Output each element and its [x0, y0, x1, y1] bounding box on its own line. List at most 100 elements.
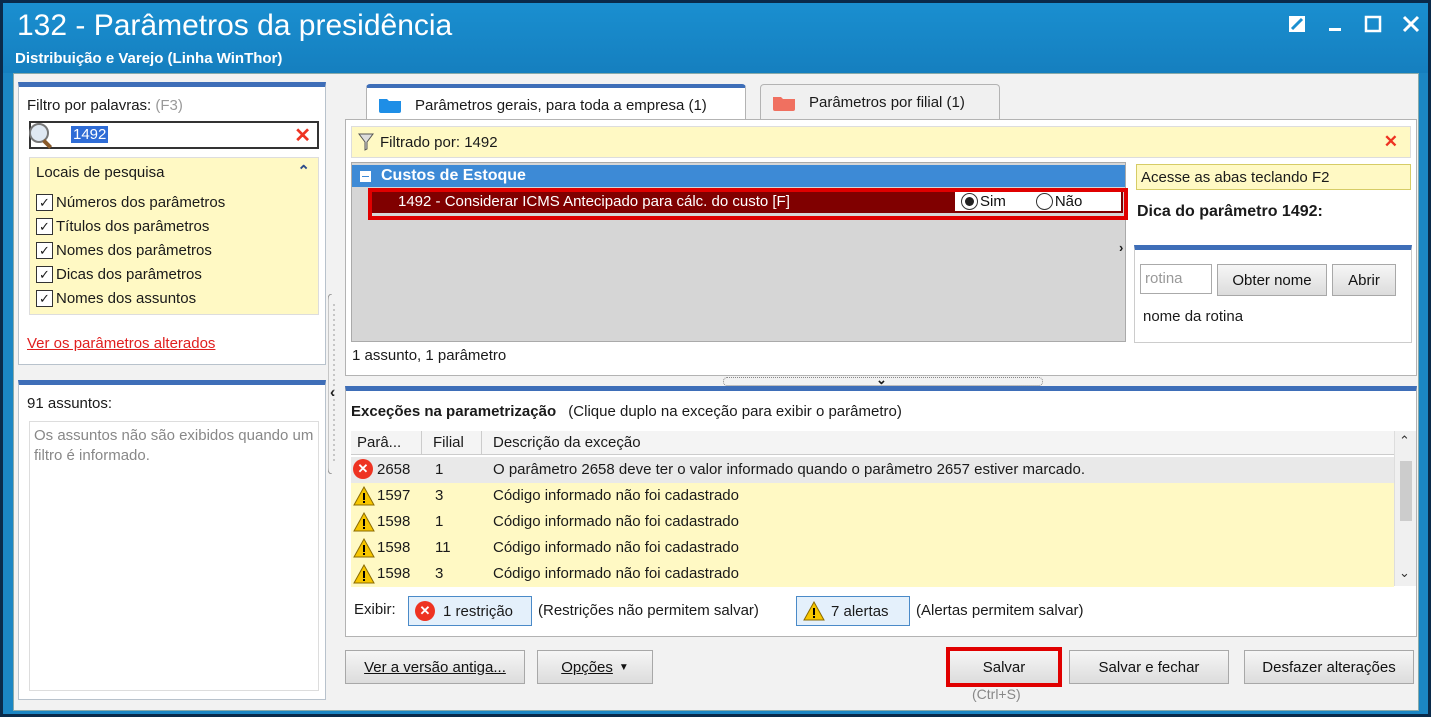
warning-icon: [353, 538, 375, 558]
cell-param: 1598: [377, 565, 411, 582]
column-separator: [421, 431, 422, 455]
save-shortcut: (Ctrl+S): [972, 686, 1021, 702]
warning-icon: [353, 486, 375, 506]
table-row[interactable]: 1598 11 Código informado não foi cadastr…: [351, 535, 1394, 561]
check-label: Nomes dos assuntos: [56, 290, 197, 307]
collapse-left-icon[interactable]: ‹: [330, 384, 335, 401]
filter-shortcut-hint: (F3): [155, 97, 183, 114]
options-button[interactable]: Opções ▼: [537, 650, 653, 684]
tab-parametros-filial[interactable]: Parâmetros por filial (1): [760, 84, 1000, 120]
warning-icon: [803, 601, 825, 621]
cell-filial: 3: [435, 487, 444, 504]
window-controls: [1282, 9, 1426, 39]
scroll-thumb[interactable]: [1400, 461, 1412, 521]
search-input[interactable]: 1492 ✕: [29, 121, 319, 149]
table-row[interactable]: 1598 1 Código informado não foi cadastra…: [351, 509, 1394, 535]
folder-icon: [773, 96, 795, 111]
filter-panel: Filtro por palavras: (F3) 1492 ✕ Locais …: [18, 82, 326, 365]
exceptions-table: Parâ... Filial Descrição da exceção ✕ 26…: [351, 431, 1419, 587]
subjects-list[interactable]: Os assuntos não são exibidos quando um f…: [29, 421, 319, 691]
expand-right-icon[interactable]: ›: [1119, 240, 1123, 255]
cell-filial: 1: [435, 513, 444, 530]
scroll-up-icon[interactable]: ⌃: [1399, 433, 1410, 449]
error-icon: ✕: [353, 459, 373, 479]
table-row[interactable]: ✕ 2658 1 O parâmetro 2658 deve ter o val…: [351, 457, 1394, 483]
check-label: Nomes dos parâmetros: [56, 242, 212, 259]
cell-desc: Código informado não foi cadastrado: [493, 487, 739, 504]
search-value: 1492: [71, 126, 109, 143]
search-icon: [29, 123, 53, 149]
parameter-count: 1 assunto, 1 parâmetro: [352, 347, 507, 364]
folder-icon: [379, 99, 401, 113]
clear-search-icon[interactable]: ✕: [294, 123, 311, 148]
table-row[interactable]: 1598 3 Código informado não foi cadastra…: [351, 561, 1394, 587]
group-title: Custos de Estoque: [381, 167, 526, 184]
clear-filter-icon[interactable]: ✕: [1384, 132, 1398, 152]
tip-access: Acesse as abas teclando F2: [1136, 164, 1411, 190]
group-header[interactable]: Custos de Estoque: [352, 165, 1125, 187]
checkbox-icon[interactable]: ✓: [36, 194, 53, 211]
abrir-button[interactable]: Abrir: [1332, 264, 1396, 296]
cell-desc: Código informado não foi cadastrado: [493, 565, 739, 582]
cell-desc: Código informado não foi cadastrado: [493, 513, 739, 530]
cell-param: 1597: [377, 487, 411, 504]
checkbox-icon[interactable]: ✓: [36, 266, 53, 283]
cell-param: 1598: [377, 513, 411, 530]
warning-icon: [353, 564, 375, 584]
subjects-count: 91 assuntos:: [27, 395, 113, 412]
checkbox-icon[interactable]: ✓: [36, 242, 53, 259]
undo-changes-button[interactable]: Desfazer alterações: [1244, 650, 1414, 684]
vertical-scrollbar[interactable]: ⌃ ⌄: [1394, 431, 1416, 586]
altered-params-link[interactable]: Ver os parâmetros alterados: [27, 335, 215, 352]
cell-filial: 11: [435, 539, 451, 556]
check-titulos[interactable]: ✓ Títulos dos parâmetros: [36, 218, 209, 235]
restore-icon[interactable]: [1282, 9, 1312, 39]
exceptions-header: Exceções na parametrização (Clique duplo…: [351, 403, 902, 420]
checkbox-icon[interactable]: ✓: [36, 290, 53, 307]
restriction-note: (Restrições não permitem salvar): [538, 602, 759, 619]
save-close-button[interactable]: Salvar e fechar: [1069, 650, 1229, 684]
restriction-label: 1 restrição: [443, 602, 514, 620]
maximize-icon[interactable]: [1358, 9, 1388, 39]
cell-param: 1598: [377, 539, 411, 556]
window-subtitle: Distribuição e Varejo (Linha WinThor): [15, 50, 283, 67]
filter-text: Filtrado por: 1492: [380, 133, 498, 151]
table-row[interactable]: 1597 3 Código informado não foi cadastra…: [351, 483, 1394, 509]
rotina-input[interactable]: rotina: [1140, 264, 1212, 294]
scroll-down-icon[interactable]: ⌄: [1399, 565, 1410, 581]
checkbox-icon[interactable]: ✓: [36, 218, 53, 235]
check-label: Números dos parâmetros: [56, 194, 226, 211]
table-header: Parâ... Filial Descrição da exceção: [351, 431, 1394, 455]
tab-label: Parâmetros gerais, para toda a empresa (…: [415, 96, 707, 114]
active-filter-bar: Filtrado por: 1492 ✕: [351, 126, 1411, 158]
collapse-minus-icon[interactable]: [360, 170, 371, 182]
col-param[interactable]: Parâ...: [357, 434, 401, 451]
column-separator: [481, 431, 482, 455]
check-nomes[interactable]: ✓ Nomes dos parâmetros: [36, 242, 212, 259]
highlight-box: [368, 188, 1128, 220]
tab-label: Parâmetros por filial (1): [809, 94, 965, 111]
minimize-icon[interactable]: [1320, 9, 1350, 39]
rotina-panel: rotina Obter nome Abrir nome da rotina: [1134, 245, 1412, 343]
collapse-up-icon[interactable]: ⌃: [297, 162, 310, 180]
warning-icon: [353, 512, 375, 532]
check-assuntos[interactable]: ✓ Nomes dos assuntos: [36, 290, 196, 307]
param-tip-title: Dica do parâmetro 1492:: [1137, 203, 1323, 220]
filter-label: Filtro por palavras: (F3): [27, 97, 183, 114]
funnel-icon: [358, 133, 374, 151]
col-filial[interactable]: Filial: [433, 434, 464, 451]
title-bar: 132 - Parâmetros da presidência Distribu…: [3, 3, 1428, 73]
alerts-toggle[interactable]: 7 alertas: [796, 596, 910, 626]
tab-parametros-gerais[interactable]: Parâmetros gerais, para toda a empresa (…: [366, 84, 746, 122]
check-numeros[interactable]: ✓ Números dos parâmetros: [36, 194, 225, 211]
options-label: Opções: [561, 658, 613, 676]
restriction-toggle[interactable]: ✕ 1 restrição: [408, 596, 532, 626]
cell-desc: Código informado não foi cadastrado: [493, 539, 739, 556]
cell-filial: 1: [435, 461, 444, 478]
check-dicas[interactable]: ✓ Dicas dos parâmetros: [36, 266, 202, 283]
dropdown-arrow-icon: ▼: [618, 661, 629, 673]
close-icon[interactable]: [1396, 9, 1426, 39]
old-version-button[interactable]: Ver a versão antiga...: [345, 650, 525, 684]
obter-nome-button[interactable]: Obter nome: [1217, 264, 1327, 296]
col-descricao[interactable]: Descrição da exceção: [493, 434, 641, 451]
